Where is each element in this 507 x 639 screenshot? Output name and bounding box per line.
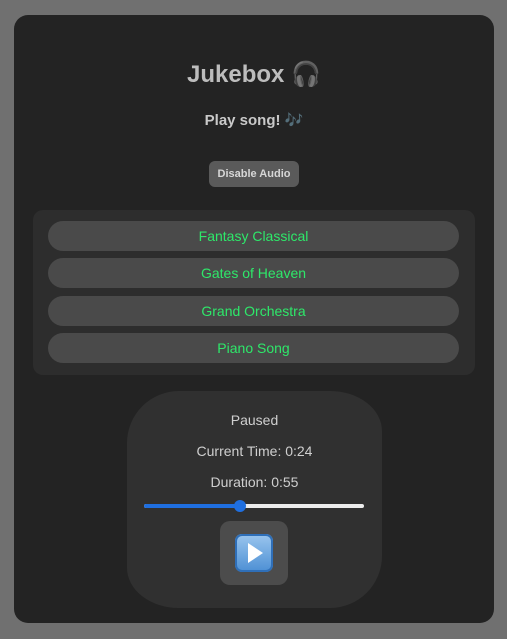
song-item-gates-of-heaven[interactable]: Gates of Heaven [48,258,459,288]
audio-player: Paused Current Time: 0:24 Duration: 0:55 [127,391,382,608]
play-button-icon [235,534,273,572]
title-text: Jukebox [187,61,285,88]
song-list: Fantasy Classical Gates of Heaven Grand … [33,210,475,375]
subtitle: Play song! 🎶 [14,111,494,131]
play-button[interactable] [220,521,288,585]
current-time: Current Time: 0:24 [196,443,313,459]
music-notes-icon: 🎶 [284,112,304,129]
disable-audio-button[interactable]: Disable Audio [209,161,299,187]
jukebox-card: Jukebox 🎧 Play song! 🎶 Disable Audio Fan… [14,15,494,623]
seek-slider-fill [144,504,240,508]
seek-slider-thumb[interactable] [233,500,246,512]
player-status: Paused [230,412,279,428]
headphones-icon: 🎧 [291,61,321,88]
subtitle-text: Play song! [204,112,281,129]
song-item-fantasy-classical[interactable]: Fantasy Classical [48,221,459,251]
page-title: Jukebox 🎧 [14,60,494,90]
seek-slider[interactable] [144,500,364,512]
song-item-grand-orchestra[interactable]: Grand Orchestra [48,296,459,326]
song-item-piano-song[interactable]: Piano Song [48,333,459,363]
duration: Duration: 0:55 [210,474,299,490]
